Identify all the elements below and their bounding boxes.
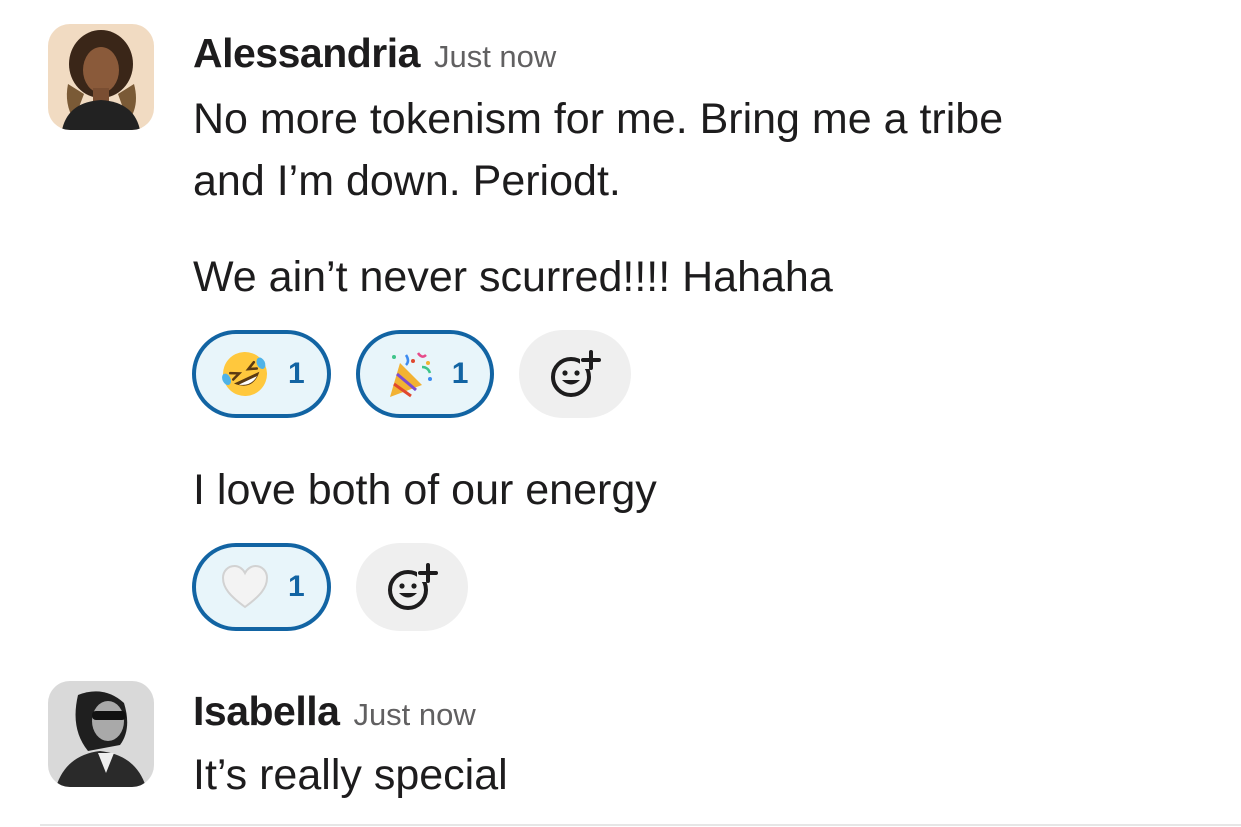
avatar-photo: [48, 681, 154, 787]
reactions-bar: 1 1: [192, 330, 632, 418]
sender-name[interactable]: Alessandria: [193, 30, 420, 77]
sender-name[interactable]: Isabella: [193, 688, 340, 735]
timestamp[interactable]: Just now: [434, 39, 556, 75]
add-reaction-button[interactable]: [355, 543, 468, 631]
avatar-alessandria[interactable]: [48, 24, 154, 130]
reaction-count: 1: [288, 357, 305, 390]
message-line: No more tokenism for me. Bring me a trib…: [193, 95, 1004, 143]
white-heart-emoji-icon: [221, 564, 269, 609]
message-header: Alessandria Just now: [193, 30, 556, 77]
message-header: Isabella Just now: [193, 688, 476, 735]
party-popper-emoji-icon: [389, 352, 432, 398]
avatar-photo: [48, 24, 154, 130]
rolling-laughing-emoji-icon: [222, 352, 267, 396]
reaction-white-heart[interactable]: 1: [192, 543, 331, 631]
reactions-bar: 1: [192, 543, 468, 631]
message-text: No more tokenism for me. Bring me a trib…: [193, 88, 1003, 212]
reaction-party[interactable]: 1: [355, 330, 495, 418]
timestamp[interactable]: Just now: [353, 697, 475, 733]
avatar-isabella[interactable]: [48, 681, 154, 787]
message-text: It’s really special: [193, 751, 508, 799]
message-text: I love both of our energy: [193, 466, 657, 514]
add-reaction-icon: [387, 563, 439, 610]
add-reaction-icon: [551, 350, 603, 397]
reaction-count: 1: [451, 357, 469, 390]
reaction-laughing[interactable]: 1: [192, 330, 331, 418]
message-text: We ain’t never scurred!!!! Hahaha: [193, 253, 833, 301]
divider: [40, 824, 1241, 826]
reaction-count: 1: [288, 570, 305, 603]
add-reaction-button[interactable]: [519, 330, 632, 418]
message-line: and I’m down. Periodt.: [193, 157, 621, 205]
